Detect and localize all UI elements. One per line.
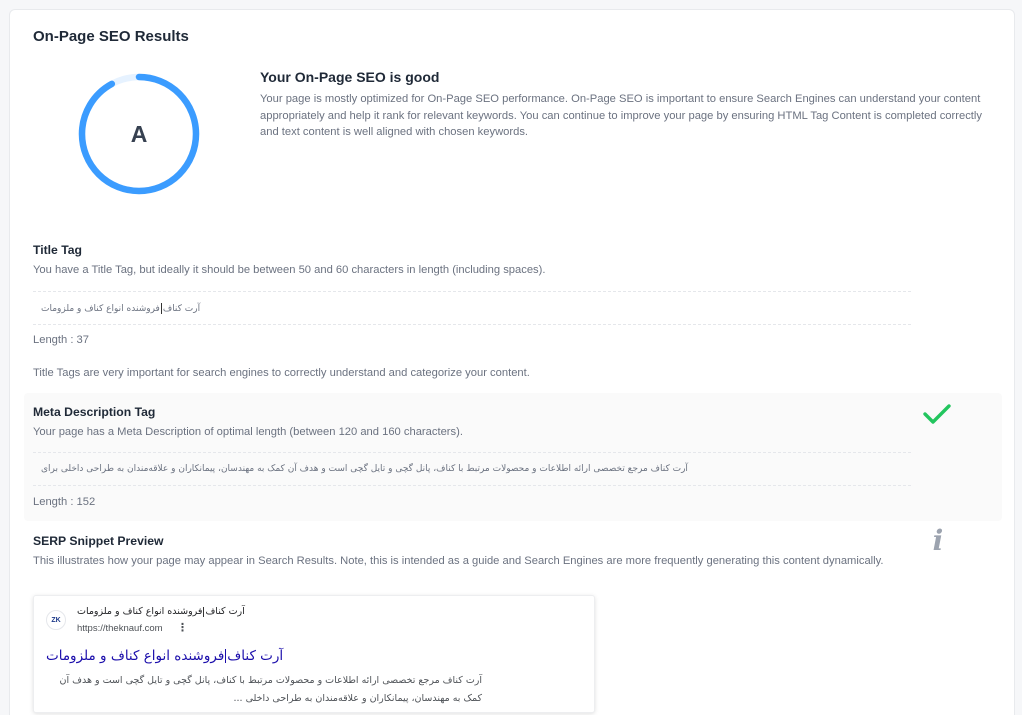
title-tag-length: Length : 37 [33, 334, 89, 346]
kebab-menu-icon[interactable]: ⋮ [177, 621, 188, 634]
title-tag-description: You have a Title Tag, but ideally it sho… [33, 264, 546, 276]
grade-letter: A [130, 120, 148, 147]
meta-description-heading: Meta Description Tag [33, 405, 156, 419]
serp-snippet-card: ZK آرت کناففروشنده انواع کناف و ملزومات … [33, 595, 595, 713]
meta-description-length: Length : 152 [33, 496, 96, 508]
meta-description-text: Your page has a Meta Description of opti… [33, 426, 463, 438]
serp-site-name: آرت کناففروشنده انواع کناف و ملزومات [77, 606, 245, 617]
text-cursor [160, 303, 162, 314]
title-tag-note: Title Tags are very important for search… [33, 367, 530, 379]
results-title: On-Page SEO Results [33, 28, 189, 45]
title-tag-value-box: آرت کناففروشنده انواع کناف و ملزومات [33, 291, 911, 325]
info-icon[interactable]: i [928, 525, 948, 557]
summary-text: Your page is mostly optimized for On-Pag… [260, 93, 982, 138]
serp-link-title-part1: آرت کناف [227, 648, 284, 664]
serp-preview-description: This illustrates how your page may appea… [33, 555, 884, 567]
title-tag-value: آرت کناففروشنده انواع کناف و ملزومات [41, 303, 200, 314]
title-tag-value-part1: آرت کناف [162, 304, 201, 314]
serp-link-title-part2: فروشنده انواع کناف و ملزومات [46, 648, 225, 664]
serp-site-name-part1: آرت کناف [205, 606, 245, 617]
site-favicon: ZK [46, 610, 66, 630]
serp-link-title[interactable]: آرت کناففروشنده انواع کناف و ملزومات [46, 648, 283, 664]
serp-site-name-part2: فروشنده انواع کناف و ملزومات [77, 606, 203, 617]
meta-description-value-box: آرت کناف مرجع تخصصی ارائه اطلاعات و محصو… [33, 452, 911, 486]
summary-title: Your On-Page SEO is good [260, 69, 440, 85]
serp-site-url[interactable]: https://theknauf.com [77, 623, 163, 634]
title-tag-value-part2: فروشنده انواع کناف و ملزومات [41, 304, 160, 314]
meta-description-value: آرت کناف مرجع تخصصی ارائه اطلاعات و محصو… [41, 464, 688, 474]
title-tag-heading: Title Tag [33, 243, 82, 257]
serp-snippet-text: آرت کناف مرجع تخصصی ارائه اطلاعات و محصو… [59, 675, 482, 704]
serp-preview-heading: SERP Snippet Preview [33, 534, 164, 548]
check-icon [923, 404, 951, 424]
seo-results-card: On-Page SEO Results A Your On-Page SEO i… [9, 9, 1015, 715]
